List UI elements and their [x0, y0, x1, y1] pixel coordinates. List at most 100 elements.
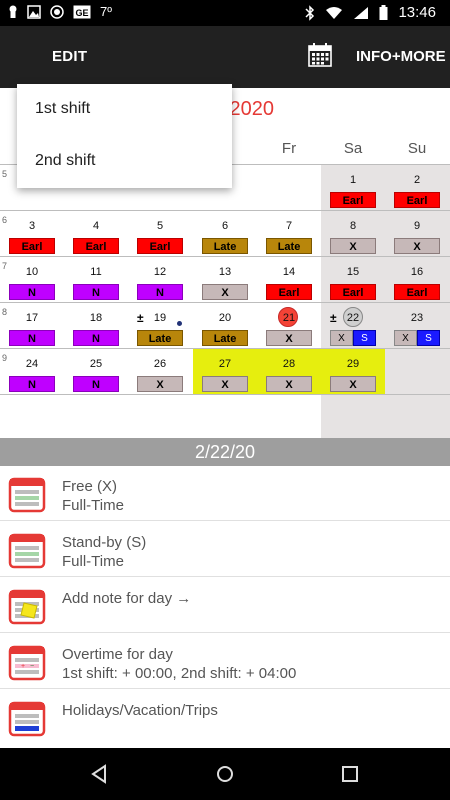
day-cell[interactable]: 4 Earl	[64, 211, 128, 257]
day-cell[interactable]: 9X	[385, 211, 450, 257]
list-item-free[interactable]: Free (X) Full-Time	[0, 466, 450, 521]
day-number: 19	[153, 312, 167, 324]
navigation-bar	[0, 748, 450, 800]
overtime-calendar-icon: + −	[8, 645, 46, 681]
status-bar: GE 7º 13:46	[0, 0, 450, 26]
day-cell[interactable]: 28 X	[257, 349, 321, 395]
day-number: 28	[282, 358, 296, 370]
back-icon[interactable]	[90, 764, 110, 784]
shift-badge-standby: S	[353, 330, 376, 346]
day-cell[interactable]: 26 X	[128, 349, 193, 395]
grid-divider	[0, 394, 450, 395]
shift-badge: X	[202, 284, 248, 300]
shift-badge: Earl	[137, 238, 183, 254]
day-cell[interactable]: 29 X	[321, 349, 385, 395]
day-number: 21	[282, 312, 296, 324]
day-number: 4	[92, 220, 100, 232]
week-row: 7 10 N 11 N 12 N 13 X 14 Earl 15 Earl 16 Earl	[0, 256, 450, 302]
day-cell[interactable]: 6 Late	[193, 211, 257, 257]
shift-badge: Late	[266, 238, 312, 254]
day-cell[interactable]: 13 X	[193, 257, 257, 303]
app-toolbar: EDIT INFO+MORE	[0, 26, 450, 88]
day-number: 10	[25, 266, 39, 278]
day-cell[interactable]: 1 Earl	[321, 165, 385, 211]
image-icon	[27, 4, 41, 19]
selected-date-header: 2/22/20	[0, 438, 450, 466]
day-cell[interactable]: 14 Earl	[257, 257, 321, 303]
list-item-subtitle: Full-Time	[62, 497, 124, 514]
shift-badge: Earl	[9, 238, 55, 254]
svg-text:+: +	[21, 663, 25, 670]
day-cell[interactable]: 3 Earl	[0, 211, 64, 257]
circle-icon	[50, 4, 64, 19]
day-cell[interactable]: 18 N	[64, 303, 128, 349]
shift-badge: Earl	[330, 284, 376, 300]
day-cell[interactable]: 21 X	[257, 303, 321, 349]
day-number: 11	[90, 266, 102, 278]
shift-badge-free: X	[394, 330, 417, 346]
shift-badge: N	[73, 330, 119, 346]
list-item-title: Holidays/Vacation/Trips	[62, 702, 218, 719]
day-cell[interactable]: 8X	[321, 211, 385, 257]
edit-button[interactable]: EDIT	[52, 48, 87, 65]
menu-item-1st-shift[interactable]: 1st shift	[35, 100, 90, 118]
info-more-button[interactable]: INFO+MORE	[356, 48, 446, 65]
day-number: 29	[346, 358, 360, 370]
day-cell[interactable]: 27 X	[193, 349, 257, 395]
battery-icon	[379, 5, 388, 20]
day-number: 14	[282, 266, 296, 278]
shift-calendar-icon	[8, 533, 46, 569]
day-cell[interactable]: 16 Earl	[385, 257, 450, 303]
shift-badge: Earl	[73, 238, 119, 254]
shift-badge: X	[394, 238, 440, 254]
day-number: 7	[285, 220, 293, 232]
day-cell[interactable]: ±19 Late	[128, 303, 193, 349]
day-cell[interactable]: 25 N	[64, 349, 128, 395]
day-number: 24	[25, 358, 39, 370]
day-cell[interactable]: 2 Earl	[385, 165, 450, 211]
menu-item-2nd-shift[interactable]: 2nd shift	[35, 152, 95, 170]
day-cell[interactable]: 17 N	[0, 303, 64, 349]
temperature: 7º	[100, 4, 112, 19]
list-item-add-note[interactable]: Add note for day →	[0, 578, 450, 633]
shift-badge: Earl	[266, 284, 312, 300]
day-detail-list: Free (X) Full-Time Stand-by (S) Full-Tim…	[0, 466, 450, 748]
day-number: 5	[156, 220, 164, 232]
day-cell[interactable]: 20 Late	[193, 303, 257, 349]
day-cell[interactable]: 24 N	[0, 349, 64, 395]
shift-badge: N	[73, 284, 119, 300]
signal-icon	[354, 6, 369, 19]
shift-badge: N	[137, 284, 183, 300]
day-cell[interactable]: 11 N	[64, 257, 128, 303]
day-cell[interactable]: 7 Late	[257, 211, 321, 257]
shift-badge: N	[9, 284, 55, 300]
shift-badge: X	[137, 376, 183, 392]
home-icon[interactable]	[215, 764, 235, 784]
day-cell[interactable]: 15 Earl	[321, 257, 385, 303]
day-number: 25	[89, 358, 103, 370]
shift-badge: X	[266, 330, 312, 346]
day-cell[interactable]: 5 Earl	[128, 211, 193, 257]
week-row: 6 3 Earl 4 Earl 5 Earl 6 Late 7 Late 8 X 9 X	[0, 210, 450, 256]
shift-badge-standby: S	[417, 330, 440, 346]
shift-badge: X	[330, 238, 376, 254]
day-number: 13	[218, 266, 232, 278]
day-cell[interactable]: ±22 X S	[321, 303, 385, 349]
list-item-title: Add note for day →	[62, 590, 192, 607]
list-item-holidays[interactable]: Holidays/Vacation/Trips	[0, 690, 450, 745]
clock: 13:46	[398, 4, 436, 21]
list-item-title: Free (X)	[62, 478, 118, 495]
shift-badge: X	[202, 376, 248, 392]
weekday-su: Su	[407, 140, 427, 157]
calendar-grid-icon[interactable]	[308, 43, 332, 67]
shift-badge-free: X	[330, 330, 353, 346]
day-cell[interactable]: 10 N	[0, 257, 64, 303]
day-cell[interactable]: 23 X S	[385, 303, 450, 349]
day-cell[interactable]: 12 N	[128, 257, 193, 303]
day-number: 23	[410, 312, 424, 324]
recents-icon[interactable]	[340, 764, 360, 784]
list-item-overtime[interactable]: + − Overtime for day 1st shift: + 00:00,…	[0, 634, 450, 689]
shift-badge: Earl	[394, 192, 440, 208]
shift-badge: Late	[202, 330, 248, 346]
list-item-standby[interactable]: Stand-by (S) Full-Time	[0, 522, 450, 577]
